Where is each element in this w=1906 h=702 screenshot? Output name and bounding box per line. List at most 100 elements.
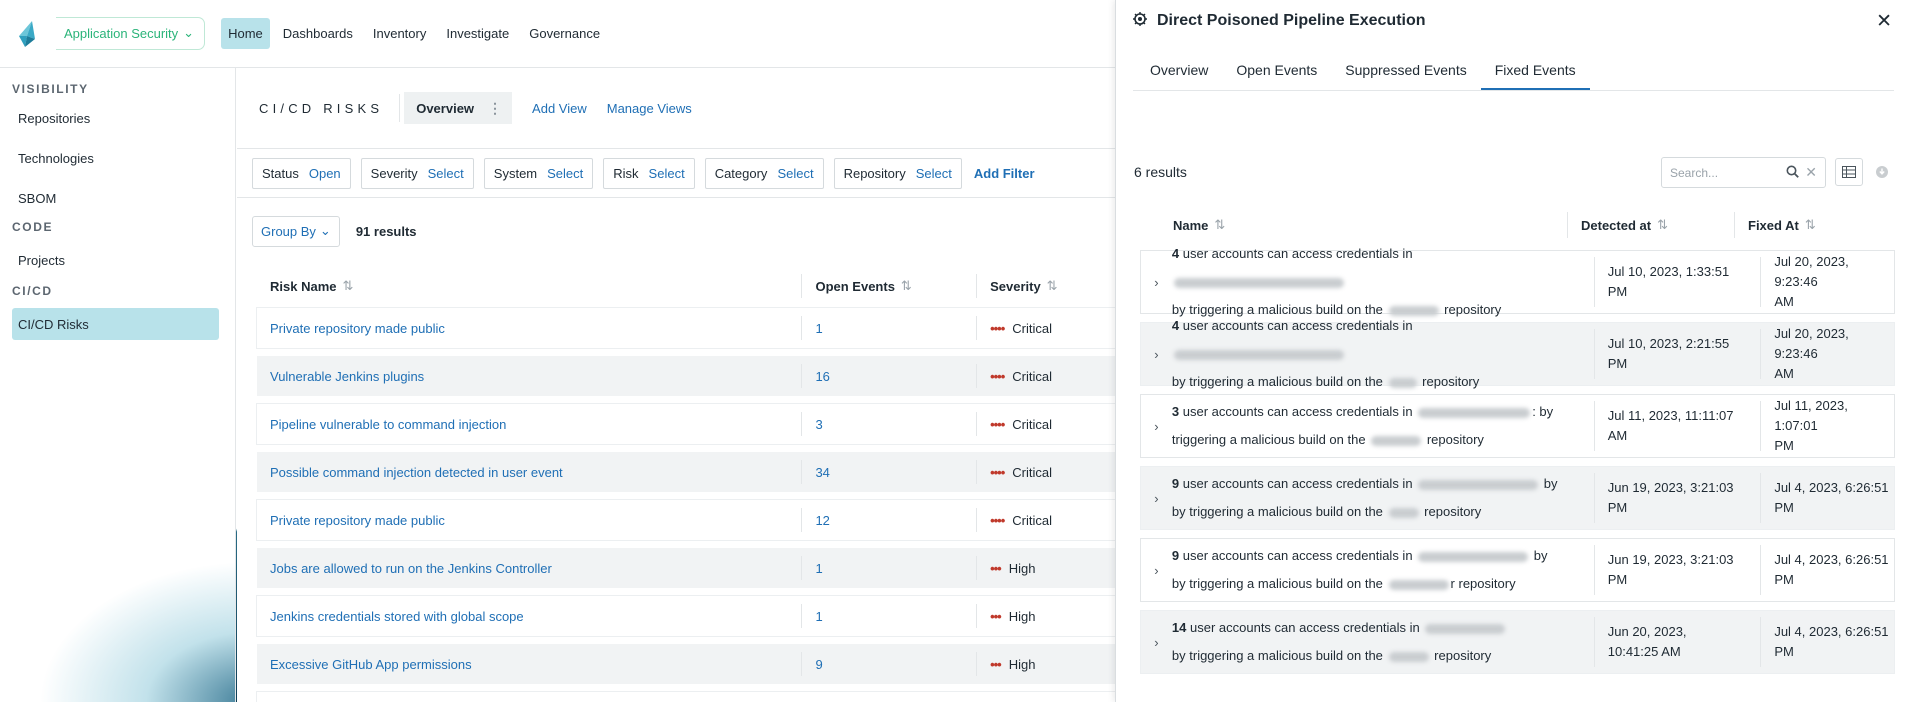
logo-icon[interactable]: [0, 0, 56, 68]
open-events-link[interactable]: 34: [801, 460, 976, 484]
add-view-link[interactable]: Add View: [532, 101, 587, 116]
table-row[interactable]: [257, 692, 1115, 702]
chevron-down-icon: ⌄: [319, 223, 331, 238]
column-header-fixed-at[interactable]: Fixed At ⇅: [1734, 212, 1894, 238]
risk-name-link[interactable]: Private repository made public: [257, 316, 801, 340]
sidebar-item-cicd-risks[interactable]: CI/CD Risks: [12, 308, 219, 340]
event-row[interactable]: › 9 user accounts can access credentials…: [1140, 538, 1895, 602]
open-events-link[interactable]: 1: [801, 316, 976, 340]
risk-name-link[interactable]: Vulnerable Jenkins plugins: [257, 364, 801, 388]
filter-value: Select: [915, 165, 952, 181]
filter-system[interactable]: System Select: [483, 157, 594, 189]
manage-views-link[interactable]: Manage Views: [607, 101, 692, 116]
column-header-name[interactable]: Name ⇅: [1140, 212, 1567, 238]
tab-overview[interactable]: Overview: [1133, 62, 1222, 90]
columns-toggle-button[interactable]: [1835, 158, 1863, 186]
app-switcher[interactable]: Application Security ⌄: [56, 17, 206, 50]
severity-label: Critical: [1012, 464, 1053, 480]
chevron-right-icon[interactable]: ›: [1141, 563, 1172, 578]
tab-open-events[interactable]: Open Events: [1222, 62, 1331, 90]
open-events-link[interactable]: 3: [801, 412, 976, 436]
kebab-menu-icon[interactable]: ⋮: [488, 100, 502, 117]
event-row[interactable]: › 14 user accounts can access credential…: [1140, 610, 1895, 674]
sort-icon[interactable]: ⇅: [1214, 217, 1225, 233]
tab-suppressed-events[interactable]: Suppressed Events: [1331, 62, 1480, 90]
table-row[interactable]: Private repository made public 12 •••• Cr…: [257, 500, 1115, 540]
panel-search-input[interactable]: Search... ✕: [1661, 157, 1826, 188]
table-row[interactable]: Excessive GitHub App permissions 9 ••• Hi…: [257, 644, 1115, 684]
risk-name-link[interactable]: Private repository made public: [257, 508, 801, 532]
event-row[interactable]: › 4 user accounts can access credentials…: [1140, 246, 1895, 317]
download-button[interactable]: [1868, 158, 1896, 186]
event-text: by triggering a malicious build on the: [1171, 374, 1383, 389]
open-events-link[interactable]: 16: [801, 364, 976, 388]
view-tab-overview[interactable]: Overview ⋮: [404, 92, 513, 124]
tab-fixed-events[interactable]: Fixed Events: [1480, 62, 1590, 90]
close-icon[interactable]: ✕: [1876, 10, 1892, 33]
account-count: 9: [1171, 548, 1180, 563]
add-filter-link[interactable]: Add Filter: [974, 166, 1035, 181]
sort-icon[interactable]: ⇅: [901, 278, 912, 294]
redacted-text: [1388, 377, 1417, 388]
event-row[interactable]: › 9 user accounts can access credentials…: [1140, 466, 1895, 530]
fixed-date: Jul 11, 2023, 1:07:01: [1774, 398, 1848, 433]
filter-severity[interactable]: Severity Select: [360, 157, 474, 189]
severity-label: Critical: [1012, 368, 1053, 384]
severity-label: High: [1008, 608, 1036, 624]
sidebar-item-sbom[interactable]: SBOM: [0, 186, 235, 210]
chevron-right-icon[interactable]: ›: [1141, 419, 1172, 434]
sort-icon[interactable]: ⇅: [342, 278, 353, 294]
event-row[interactable]: › 4 user accounts can access credentials…: [1140, 318, 1895, 389]
nav-investigate[interactable]: Investigate: [439, 18, 516, 49]
open-events-link[interactable]: 1: [801, 604, 976, 628]
column-header-open-events[interactable]: Open Events ⇅: [801, 274, 976, 298]
open-events-link[interactable]: 9: [801, 652, 976, 676]
sidebar-item-repositories[interactable]: Repositories: [0, 106, 235, 130]
sort-icon[interactable]: ⇅: [1805, 217, 1816, 233]
clear-icon[interactable]: ✕: [1805, 164, 1817, 181]
sidebar-section-cicd: CI/CD: [12, 284, 53, 298]
nav-governance[interactable]: Governance: [522, 18, 607, 49]
chevron-right-icon[interactable]: ›: [1141, 491, 1172, 506]
nav-home[interactable]: Home: [221, 18, 270, 49]
column-header-risk-name[interactable]: Risk Name ⇅: [257, 274, 801, 298]
filter-risk[interactable]: Risk Select: [603, 157, 695, 189]
detected-time-suffix: PM: [1607, 572, 1628, 587]
risk-name-link[interactable]: Possible command injection detected in u…: [257, 460, 801, 484]
risk-name-link[interactable]: Jobs are allowed to run on the Jenkins C…: [257, 556, 801, 580]
risk-name-link[interactable]: Jenkins credentials stored with global s…: [257, 604, 801, 628]
sort-icon[interactable]: ⇅: [1657, 217, 1668, 233]
open-events-link[interactable]: 12: [801, 508, 976, 532]
column-header-severity[interactable]: Severity ⇅: [976, 274, 1115, 298]
chevron-right-icon[interactable]: ›: [1141, 635, 1172, 650]
chevron-right-icon[interactable]: ›: [1141, 275, 1172, 290]
filter-label: Repository: [843, 165, 906, 181]
filter-repository[interactable]: Repository Select: [833, 157, 962, 189]
nav-dashboards[interactable]: Dashboards: [276, 18, 360, 49]
nav-inventory[interactable]: Inventory: [366, 18, 433, 49]
table-row[interactable]: Jenkins credentials stored with global s…: [257, 596, 1115, 636]
group-by-button[interactable]: Group By ⌄: [252, 215, 340, 247]
table-row[interactable]: Pipeline vulnerable to command injection…: [257, 404, 1115, 444]
table-row[interactable]: Vulnerable Jenkins plugins 16 •••• Critic…: [257, 356, 1115, 396]
filter-category[interactable]: Category Select: [704, 157, 824, 189]
fixed-at-cell: Jul 20, 2023, 9:23:46 AM: [1760, 254, 1894, 309]
risk-name-link[interactable]: Excessive GitHub App permissions: [257, 652, 801, 676]
filter-status[interactable]: Status Open: [252, 157, 351, 189]
column-header-detected-at[interactable]: Detected at ⇅: [1567, 212, 1734, 238]
redacted-text: [1418, 407, 1531, 418]
event-row[interactable]: › 3 user accounts can access credentials…: [1140, 394, 1895, 458]
table-row[interactable]: Private repository made public 1 •••• Cri…: [257, 308, 1115, 348]
table-row[interactable]: Possible command injection detected in u…: [257, 452, 1115, 492]
sidebar-section-visibility: VISIBILITY: [12, 82, 89, 96]
open-events-link[interactable]: 1: [801, 556, 976, 580]
sort-icon[interactable]: ⇅: [1047, 278, 1058, 294]
risk-name-link[interactable]: Pipeline vulnerable to command injection: [257, 412, 801, 436]
main-content: CI/CD RISKS Overview ⋮ Add View Manage V…: [237, 68, 1115, 702]
table-row[interactable]: Jobs are allowed to run on the Jenkins C…: [257, 548, 1115, 588]
sidebar-item-projects[interactable]: Projects: [0, 248, 235, 272]
search-icon[interactable]: [1786, 165, 1800, 181]
chevron-right-icon[interactable]: ›: [1141, 347, 1172, 362]
sidebar-item-technologies[interactable]: Technologies: [0, 146, 235, 170]
panel-tabs: Overview Open Events Suppressed Events F…: [1133, 41, 1894, 91]
